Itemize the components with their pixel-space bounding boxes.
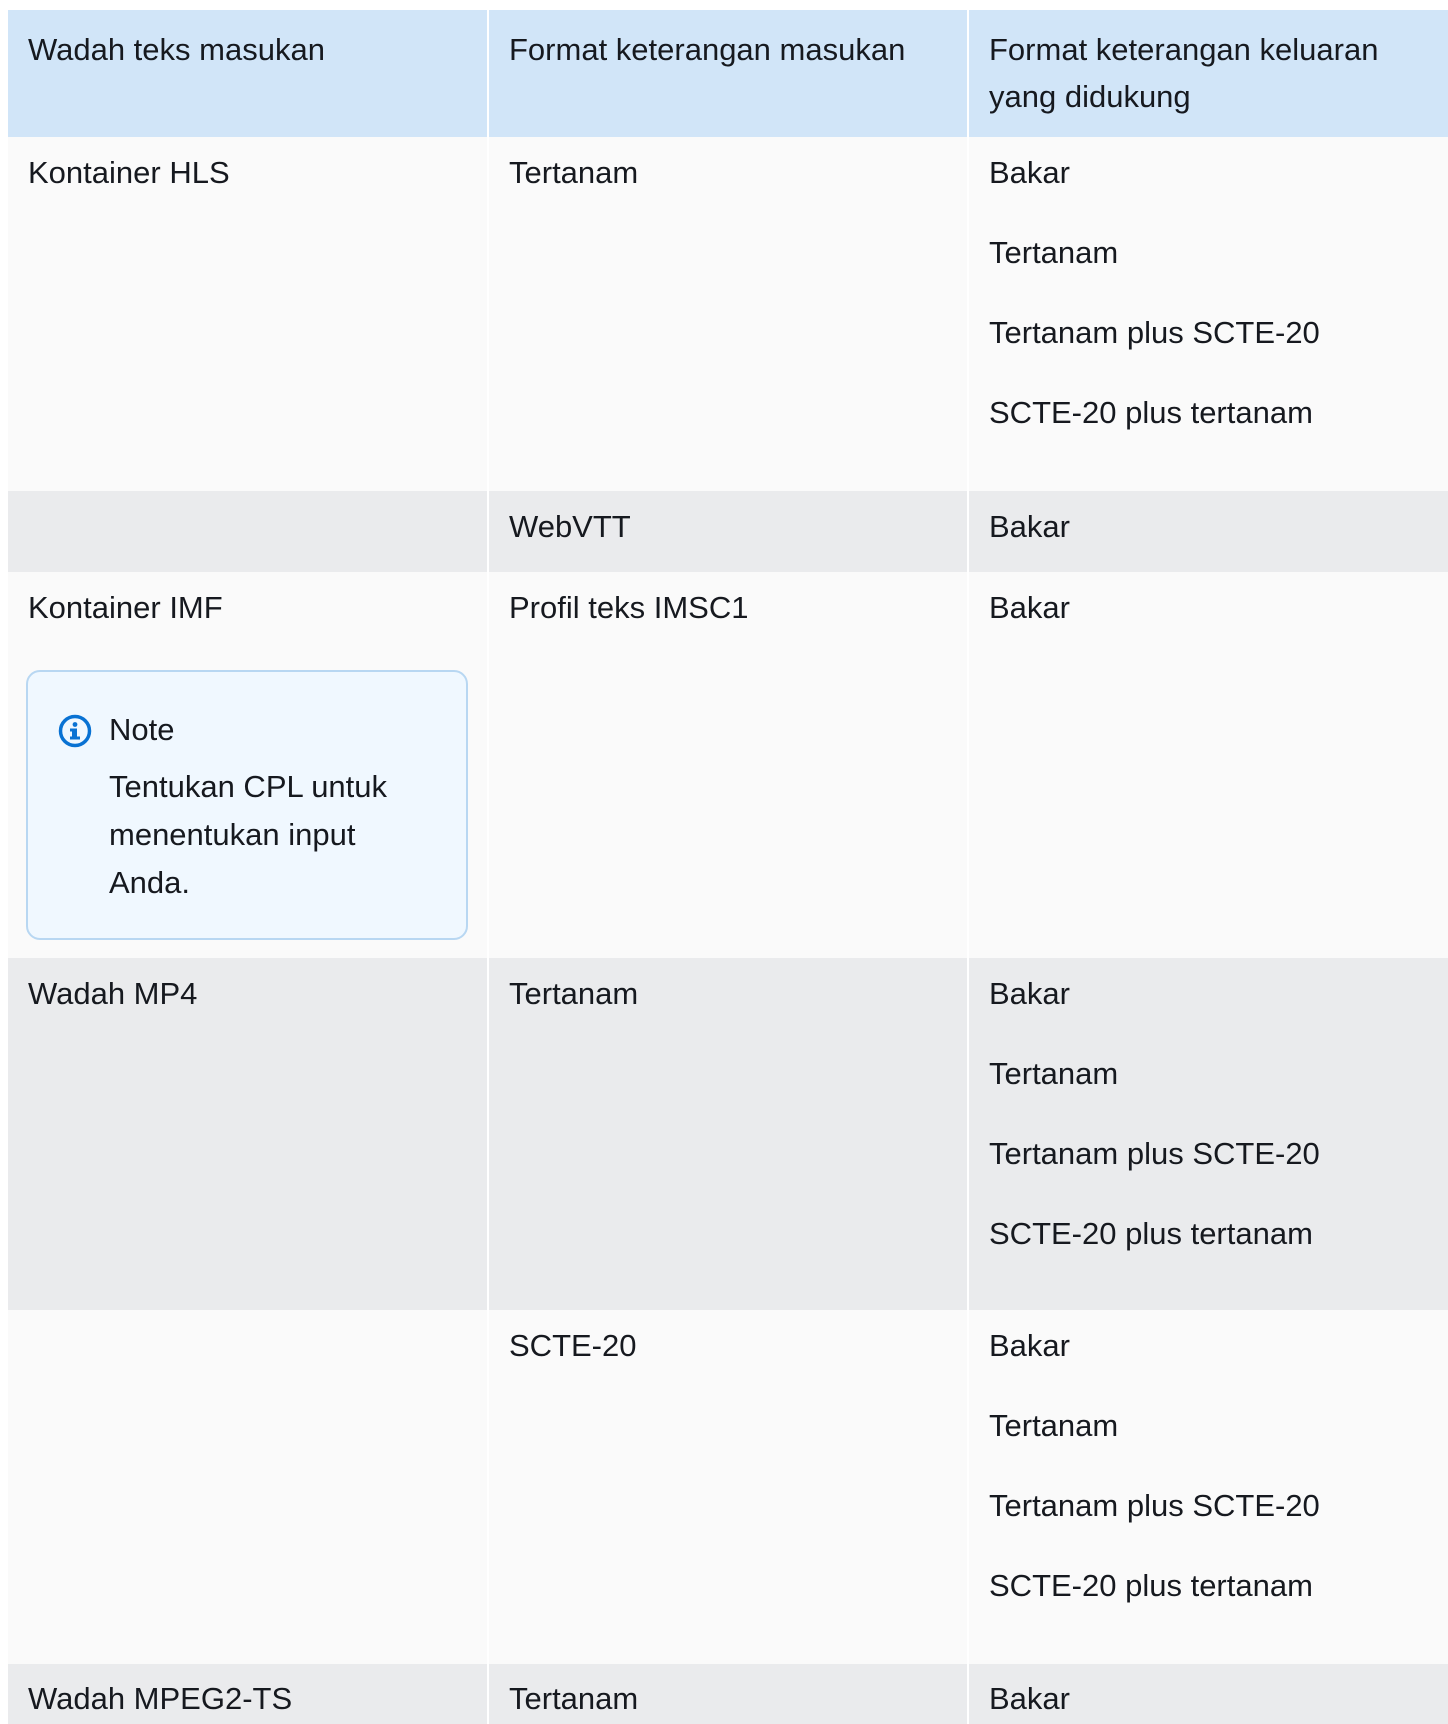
output-format-item: SCTE-20 plus tertanam: [989, 1568, 1313, 1603]
output-format-item: Bakar: [989, 976, 1070, 1011]
output-format-item: Bakar: [989, 155, 1070, 190]
info-icon: [58, 714, 92, 748]
input-format-label: Tertanam: [509, 976, 639, 1011]
caption-format-table: Wadah teks masukan Format keterangan mas…: [8, 10, 1448, 1724]
output-format-item: SCTE-20 plus tertanam: [989, 395, 1313, 430]
output-formats-cell: Bakar: [967, 1664, 1448, 1724]
output-format-item: Tertanam: [989, 235, 1119, 270]
output-format-item: Tertanam plus SCTE-20: [989, 1136, 1320, 1171]
input-format-label: Tertanam: [509, 1681, 639, 1716]
container-label: Kontainer HLS: [28, 155, 230, 190]
note-title: Note: [109, 712, 175, 747]
output-format-item: Tertanam plus SCTE-20: [989, 315, 1320, 350]
output-format-item: Bakar: [989, 1681, 1070, 1716]
container-label: Kontainer IMF: [28, 590, 223, 625]
note-body: Tentukan CPL untuk menentukan input Anda…: [109, 769, 388, 900]
container-cell: Wadah MPEG2-TS: [8, 1664, 487, 1724]
table-row: SCTE-20 Bakar Tertanam Tertanam plus SCT…: [8, 1310, 1448, 1664]
table-row: Wadah MP4 Tertanam Bakar Tertanam Tertan…: [8, 958, 1448, 1310]
output-format-item: Tertanam: [989, 1408, 1119, 1443]
input-format-label: WebVTT: [509, 509, 631, 544]
container-cell: [8, 491, 487, 572]
input-format-cell: Tertanam: [487, 1664, 967, 1724]
output-format-item: Bakar: [989, 1328, 1070, 1363]
header-input-container: Wadah teks masukan: [8, 10, 487, 137]
input-format-label: SCTE-20: [509, 1328, 637, 1363]
output-format-item: Tertanam: [989, 1056, 1119, 1091]
container-label: Wadah MPEG2-TS: [28, 1681, 293, 1716]
table-row: Wadah MPEG2-TS Tertanam Bakar: [8, 1664, 1448, 1724]
output-formats-cell: Bakar: [967, 491, 1448, 572]
table-header-row: Wadah teks masukan Format keterangan mas…: [8, 10, 1448, 137]
container-label: Wadah MP4: [28, 976, 198, 1011]
output-formats-cell: Bakar Tertanam Tertanam plus SCTE-20 SCT…: [967, 1310, 1448, 1664]
header-supported-output-formats: Format keterangan keluaran yang didukung: [967, 10, 1448, 137]
note-callout: Note Tentukan CPL untuk menentukan input…: [26, 670, 468, 940]
input-format-cell: SCTE-20: [487, 1310, 967, 1664]
input-format-label: Tertanam: [509, 155, 639, 190]
output-format-item: Bakar: [989, 509, 1070, 544]
output-format-item: Bakar: [989, 590, 1070, 625]
input-format-cell: Tertanam: [487, 137, 967, 491]
container-cell: [8, 1310, 487, 1664]
container-cell: Wadah MP4: [8, 958, 487, 1310]
output-formats-cell: Bakar Tertanam Tertanam plus SCTE-20 SCT…: [967, 958, 1448, 1310]
output-format-item: SCTE-20 plus tertanam: [989, 1216, 1313, 1251]
container-cell: Kontainer HLS: [8, 137, 487, 491]
header-input-caption-format: Format keterangan masukan: [487, 10, 967, 137]
output-format-item: Tertanam plus SCTE-20: [989, 1488, 1320, 1523]
input-format-cell: Profil teks IMSC1: [487, 572, 967, 958]
input-format-label: Profil teks IMSC1: [509, 590, 749, 625]
table-row: Kontainer HLS Tertanam Bakar Tertanam Te…: [8, 137, 1448, 491]
input-format-cell: WebVTT: [487, 491, 967, 572]
output-formats-cell: Bakar Tertanam Tertanam plus SCTE-20 SCT…: [967, 137, 1448, 491]
table-row: Kontainer IMF Note Tentukan CPL untuk me…: [8, 572, 1448, 958]
container-cell: Kontainer IMF Note Tentukan CPL untuk me…: [8, 572, 487, 958]
table-row: WebVTT Bakar: [8, 491, 1448, 572]
input-format-cell: Tertanam: [487, 958, 967, 1310]
output-formats-cell: Bakar: [967, 572, 1448, 958]
